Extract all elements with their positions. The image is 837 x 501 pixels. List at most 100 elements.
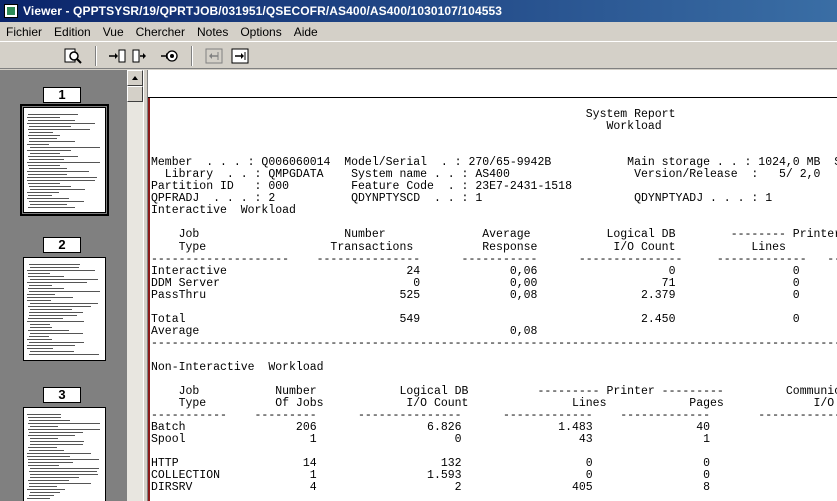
back-page-button[interactable]: [203, 46, 225, 66]
thumbnail-text-line: [29, 291, 100, 292]
thumbnail-text-line: [30, 324, 50, 325]
menu-vue[interactable]: Vue: [97, 25, 130, 39]
report-line: Workload: [151, 120, 662, 134]
goto-first-icon: [109, 49, 126, 63]
report-line: Non-Interactive Workload: [151, 360, 324, 374]
thumbnail-text-line: [28, 120, 75, 121]
window-title: Viewer - QPPTSYSR/19/QPRTJOB/031951/QSEC…: [23, 4, 503, 18]
thumbnail-text-line: [27, 339, 52, 340]
thumbnail-text-line: [29, 315, 77, 316]
thumbnail-text-line: [28, 429, 100, 430]
report-view[interactable]: System Report Workload Member . . . : Q0…: [148, 70, 837, 501]
zoom-button[interactable]: [62, 46, 84, 66]
menu-notes[interactable]: Notes: [191, 25, 234, 39]
thumbnail-text-line: [27, 117, 60, 118]
menu-chercher[interactable]: Chercher: [130, 25, 191, 39]
thumbnail-text-line: [29, 159, 64, 160]
report-line: Interactive 24 0,06 0 0 0: [151, 264, 837, 278]
thumbnail-text-line: [27, 150, 71, 151]
thumbnail-text-line: [28, 417, 61, 418]
thumbnail-text-line: [30, 438, 58, 439]
scroll-thumb[interactable]: [127, 86, 143, 102]
thumbnail-text-line: [28, 207, 75, 208]
back-page-icon: [205, 48, 223, 64]
toolbar-separator: [95, 46, 97, 66]
thumbnail-text-line: [27, 414, 61, 415]
thumbnail-text-line: [29, 354, 99, 355]
thumbnail-text-line: [30, 333, 83, 334]
report-line: Spool 1 0 43 1 0: [151, 433, 837, 447]
thumbnail-text-line: [27, 192, 59, 193]
goto-arrow-icon: [132, 49, 146, 63]
thumbnail-text-line: [29, 264, 80, 265]
goto-first-button[interactable]: [106, 46, 128, 66]
thumbnail-text-line: [29, 126, 71, 127]
thumbnail-text-line: [28, 183, 60, 184]
thumbnail-text-line: [27, 162, 100, 163]
thumbnail-text-line: [29, 141, 75, 142]
thumbnail-text-line: [27, 198, 69, 199]
thumbnail-text-line: [30, 468, 99, 469]
viewer-app-icon: [4, 4, 18, 18]
toolbar: [0, 41, 837, 69]
thumbnail-text-line: [29, 168, 67, 169]
goto-page-button[interactable]: [130, 46, 152, 66]
thumbnail-text-line: [28, 480, 69, 481]
goto-target-button[interactable]: [158, 46, 180, 66]
thumbnail-text-line: [28, 174, 67, 175]
report-line: DDM Server 0 0,00 71 0 0: [151, 276, 837, 290]
forward-page-button[interactable]: [229, 46, 251, 66]
scroll-up-button[interactable]: [127, 70, 143, 86]
thumbnail-text-line: [27, 300, 51, 301]
thumbnail-text-line: [30, 147, 100, 148]
thumbnail-text-line: [27, 456, 70, 457]
thumbnail-text-line: [29, 486, 57, 487]
thumbnail-panel[interactable]: 1 2 3: [0, 70, 127, 501]
thumbnail-text-line: [30, 309, 72, 310]
thumbnail-text-line: [30, 351, 74, 352]
thumbnail-text-line: [30, 303, 98, 304]
thumbnail-text-line: [30, 474, 98, 475]
arrow-up-icon: [132, 76, 138, 80]
thumbnail-text-line: [30, 492, 60, 493]
thumbnail-text-line: [28, 273, 50, 274]
thumbnail-image[interactable]: [23, 407, 106, 501]
thumbnail-text-line: [28, 435, 75, 436]
menu-fichier[interactable]: Fichier: [0, 25, 48, 39]
report-line: ----------------------------------------…: [151, 336, 837, 350]
title-bar[interactable]: Viewer - QPPTSYSR/19/QPRTJOB/031951/QSEC…: [0, 0, 837, 22]
report-text: System Report Workload Member . . . : Q0…: [151, 108, 837, 495]
thumbnail-image[interactable]: [20, 104, 109, 216]
thumbnail-scrollbar[interactable]: [127, 70, 143, 501]
thumbnail-text-line: [30, 441, 84, 442]
thumbnail-text-line: [29, 432, 83, 433]
thumbnail-text-line: [27, 294, 55, 295]
thumbnail-text-line: [29, 132, 53, 133]
thumbnail-text-line: [27, 489, 65, 490]
menu-aide[interactable]: Aide: [288, 25, 324, 39]
thumbnail-text-line: [28, 165, 60, 166]
thumbnail-text-line: [29, 420, 70, 421]
thumbnail-text-line: [29, 495, 54, 496]
thumbnail-text-line: [29, 336, 49, 337]
menu-edition[interactable]: Edition: [48, 25, 97, 39]
thumbnail-image[interactable]: [23, 257, 106, 361]
thumbnail-number: 3: [43, 387, 81, 403]
thumbnail-text-line: [27, 282, 87, 283]
thumbnail-text-line: [28, 195, 52, 196]
thumbnail-number: 2: [43, 237, 81, 253]
thumbnail-text-line: [29, 450, 64, 451]
thumbnail-text-line: [28, 276, 64, 277]
report-line: [151, 302, 837, 314]
thumbnail-text-line: [28, 156, 78, 157]
thumbnail-text-line: [28, 288, 64, 289]
thumbnail-text-line: [28, 114, 78, 115]
forward-page-icon: [231, 48, 249, 64]
thumbnail-text-line: [28, 330, 69, 331]
goto-target-icon: [161, 50, 178, 62]
report-line: DIRSRV 4 2 405 8 0: [151, 481, 837, 495]
menu-options[interactable]: Options: [234, 25, 287, 39]
thumbnail-text-line: [27, 345, 75, 346]
thumbnail-text-line: [28, 135, 60, 136]
thumbnail-text-line: [27, 144, 49, 145]
